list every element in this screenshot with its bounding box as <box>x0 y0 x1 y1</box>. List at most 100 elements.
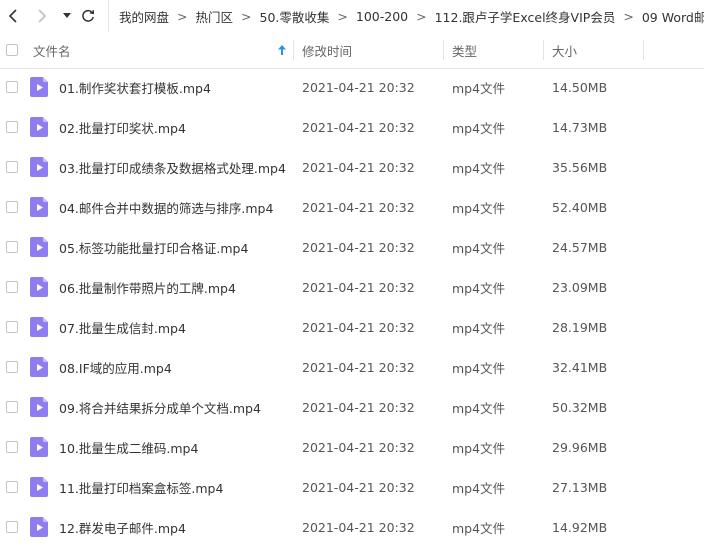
file-type: mp4文件 <box>452 80 506 96</box>
video-file-icon <box>30 267 48 307</box>
file-size: 28.19MB <box>552 319 608 335</box>
column-divider[interactable] <box>543 40 544 60</box>
row-checkbox[interactable] <box>6 187 18 227</box>
file-size: 14.50MB <box>552 79 608 95</box>
row-checkbox[interactable] <box>6 107 18 147</box>
file-modified-time: 2021-04-21 20:32 <box>302 479 415 495</box>
file-name[interactable]: 07.批量生成信封.mp4 <box>59 307 186 347</box>
row-checkbox[interactable] <box>6 347 18 387</box>
file-size: 29.96MB <box>552 439 608 455</box>
file-type: mp4文件 <box>452 200 506 216</box>
file-row[interactable]: 04.邮件合并中数据的筛选与排序.mp4 2021-04-21 20:32 mp4文… <box>0 187 704 227</box>
video-file-icon <box>30 347 48 387</box>
file-row[interactable]: 02.批量打印奖状.mp4 2021-04-21 20:32 mp4文件 14.73M… <box>0 107 704 147</box>
file-row[interactable]: 06.批量制作带照片的工牌.mp4 2021-04-21 20:32 mp4文件 23… <box>0 267 704 307</box>
breadcrumb-item[interactable]: 100-200 <box>356 9 408 24</box>
file-type: mp4文件 <box>452 120 506 136</box>
file-modified-time: 2021-04-21 20:32 <box>302 439 415 455</box>
row-checkbox[interactable] <box>6 267 18 307</box>
file-row[interactable]: 10.批量生成二维码.mp4 2021-04-21 20:32 mp4文件 29.96… <box>0 427 704 467</box>
chevron-right-icon[interactable] <box>31 0 53 32</box>
video-file-icon <box>30 387 48 427</box>
video-file-icon <box>30 107 48 147</box>
file-modified-time: 2021-04-21 20:32 <box>302 239 415 255</box>
file-size: 14.73MB <box>552 119 608 135</box>
file-row[interactable]: 07.批量生成信封.mp4 2021-04-21 20:32 mp4文件 28.19M… <box>0 307 704 347</box>
file-row[interactable]: 09.将合并结果拆分成单个文档.mp4 2021-04-21 20:32 mp4文件… <box>0 387 704 427</box>
select-all-checkbox[interactable] <box>6 32 18 68</box>
file-name[interactable]: 09.将合并结果拆分成单个文档.mp4 <box>59 387 261 427</box>
file-modified-time: 2021-04-21 20:32 <box>302 399 415 415</box>
file-type: mp4文件 <box>452 480 506 496</box>
row-checkbox[interactable] <box>6 467 18 507</box>
chevron-right-icon: > <box>416 8 427 24</box>
chevron-right-icon: > <box>177 8 188 24</box>
column-header-type[interactable]: 类型 <box>452 32 477 68</box>
file-modified-time: 2021-04-21 20:32 <box>302 319 415 335</box>
row-checkbox[interactable] <box>6 67 18 107</box>
file-row[interactable]: 05.标签功能批量打印合格证.mp4 2021-04-21 20:32 mp4文件 2… <box>0 227 704 267</box>
video-file-icon <box>30 227 48 267</box>
file-type: mp4文件 <box>452 360 506 376</box>
file-name[interactable]: 03.批量打印成绩条及数据格式处理.mp4 <box>59 147 286 187</box>
file-size: 50.32MB <box>552 399 608 415</box>
breadcrumb-item[interactable]: 热门区 <box>196 7 234 26</box>
file-name[interactable]: 06.批量制作带照片的工牌.mp4 <box>59 267 236 307</box>
row-checkbox[interactable] <box>6 307 18 347</box>
refresh-icon[interactable] <box>78 0 98 32</box>
breadcrumb-item[interactable]: 09 Word邮件合并 <box>642 7 704 26</box>
file-name[interactable]: 05.标签功能批量打印合格证.mp4 <box>59 227 248 267</box>
file-size: 24.57MB <box>552 239 608 255</box>
breadcrumb-item[interactable]: 50.零散收集 <box>260 7 330 26</box>
column-divider[interactable] <box>443 40 444 60</box>
column-divider[interactable] <box>643 40 644 60</box>
file-type: mp4文件 <box>452 240 506 256</box>
row-checkbox[interactable] <box>6 147 18 187</box>
column-header-name[interactable]: 文件名 <box>33 32 71 68</box>
file-type: mp4文件 <box>452 160 506 176</box>
column-header-modified[interactable]: 修改时间 <box>302 32 352 68</box>
file-row[interactable]: 01.制作奖状套打模板.mp4 2021-04-21 20:32 mp4文件 14.5… <box>0 67 704 107</box>
file-name[interactable]: 04.邮件合并中数据的筛选与排序.mp4 <box>59 187 273 227</box>
file-modified-time: 2021-04-21 20:32 <box>302 119 415 135</box>
file-modified-time: 2021-04-21 20:32 <box>302 159 415 175</box>
file-name[interactable]: 11.批量打印档案盒标签.mp4 <box>59 467 223 507</box>
row-checkbox[interactable] <box>6 387 18 427</box>
video-file-icon <box>30 507 48 547</box>
file-type: mp4文件 <box>452 440 506 456</box>
file-size: 14.92MB <box>552 519 608 535</box>
video-file-icon <box>30 467 48 507</box>
column-divider[interactable] <box>293 40 294 60</box>
chevron-right-icon: > <box>337 8 348 24</box>
file-name[interactable]: 10.批量生成二维码.mp4 <box>59 427 198 467</box>
file-modified-time: 2021-04-21 20:32 <box>302 279 415 295</box>
file-modified-time: 2021-04-21 20:32 <box>302 519 415 535</box>
chevron-left-icon[interactable] <box>2 0 24 32</box>
file-row[interactable]: 08.IF域的应用.mp4 2021-04-21 20:32 mp4文件 32.41M… <box>0 347 704 387</box>
video-file-icon <box>30 147 48 187</box>
file-name[interactable]: 02.批量打印奖状.mp4 <box>59 107 186 147</box>
file-name[interactable]: 08.IF域的应用.mp4 <box>59 347 172 387</box>
breadcrumb-item[interactable]: 112.跟卢子学Excel终身VIP会员 <box>435 7 616 26</box>
file-modified-time: 2021-04-21 20:32 <box>302 359 415 375</box>
file-row[interactable]: 12.群发电子邮件.mp4 2021-04-21 20:32 mp4文件 14.92M… <box>0 507 704 547</box>
file-row[interactable]: 03.批量打印成绩条及数据格式处理.mp4 2021-04-21 20:32 mp4… <box>0 147 704 187</box>
file-type: mp4文件 <box>452 320 506 336</box>
file-type: mp4文件 <box>452 520 506 536</box>
breadcrumb: 我的网盘 > 热门区 >50.零散收集 >100-200 >112.跟卢子学Excel终身… <box>108 0 704 32</box>
navigation-bar: 我的网盘 > 热门区 >50.零散收集 >100-200 >112.跟卢子学Excel终身… <box>0 0 704 32</box>
arrow-up-icon[interactable] <box>278 32 286 68</box>
file-row[interactable]: 11.批量打印档案盒标签.mp4 2021-04-21 20:32 mp4文件 27.… <box>0 467 704 507</box>
file-list-header: 文件名 修改时间 类型 大小 <box>0 32 704 69</box>
row-checkbox[interactable] <box>6 427 18 467</box>
breadcrumb-item[interactable]: 我的网盘 <box>119 7 169 26</box>
row-checkbox[interactable] <box>6 227 18 267</box>
video-file-icon <box>30 307 48 347</box>
column-header-size[interactable]: 大小 <box>552 32 577 68</box>
file-size: 52.40MB <box>552 199 608 215</box>
file-name[interactable]: 12.群发电子邮件.mp4 <box>59 507 186 547</box>
chevron-right-icon: > <box>241 8 252 24</box>
caret-down-icon[interactable] <box>60 0 74 32</box>
row-checkbox[interactable] <box>6 507 18 547</box>
file-name[interactable]: 01.制作奖状套打模板.mp4 <box>59 67 211 107</box>
